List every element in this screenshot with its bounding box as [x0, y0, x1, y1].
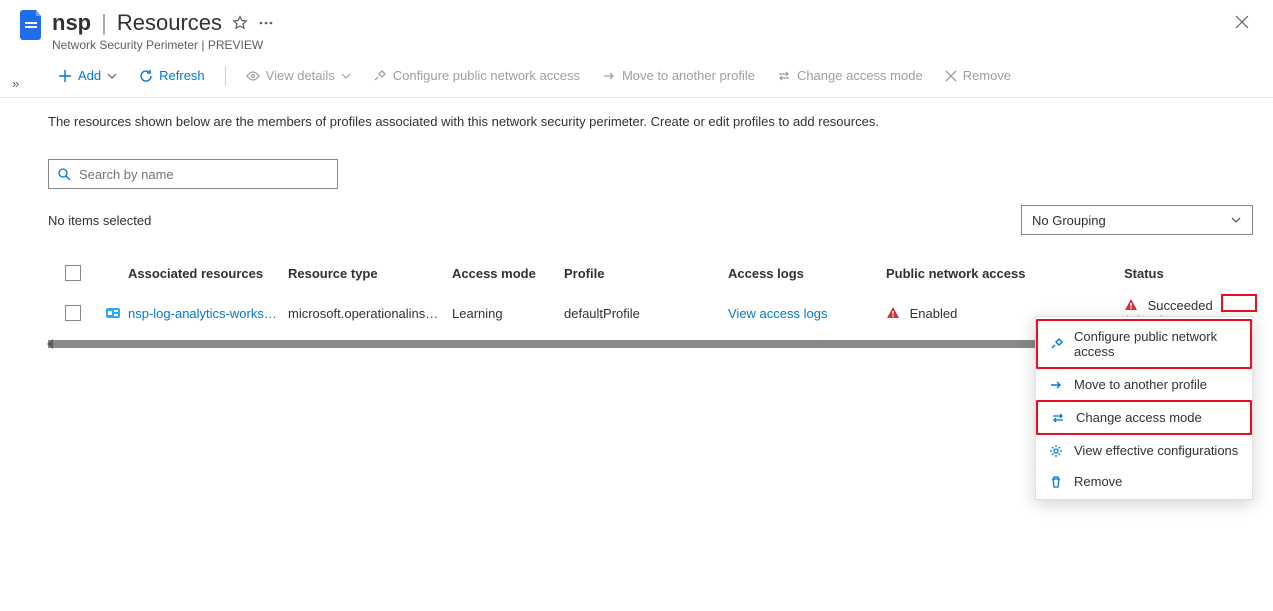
- chevron-down-icon: [107, 71, 117, 81]
- description-text: The resources shown below are the member…: [0, 98, 1273, 133]
- search-box[interactable]: [48, 159, 338, 189]
- cell-profile: defaultProfile: [564, 306, 728, 321]
- cell-type: microsoft.operationalins…: [288, 306, 452, 321]
- refresh-label: Refresh: [159, 68, 205, 83]
- plug-icon: [373, 69, 387, 83]
- close-button[interactable]: [1231, 10, 1253, 36]
- pin-star-icon[interactable]: [232, 15, 248, 31]
- grouping-value: No Grouping: [1032, 213, 1106, 228]
- row-checkbox[interactable]: [65, 305, 81, 321]
- select-all-checkbox[interactable]: [65, 265, 81, 281]
- cm-configure-label: Configure public network access: [1074, 329, 1238, 359]
- page-header: nsp | Resources Network Security Perimet…: [0, 0, 1273, 58]
- col-pna[interactable]: Public network access: [886, 266, 1124, 281]
- configure-pna-label: Configure public network access: [393, 68, 580, 83]
- remove-label: Remove: [963, 68, 1011, 83]
- cm-move-label: Move to another profile: [1074, 377, 1207, 392]
- command-bar: Add Refresh View details Configure publi…: [0, 58, 1273, 98]
- arrow-right-icon: [1048, 378, 1064, 392]
- search-icon: [57, 167, 71, 181]
- swap-icon: [777, 69, 791, 83]
- add-icon: [58, 69, 72, 83]
- selection-count: No items selected: [48, 213, 151, 228]
- log-analytics-icon: [105, 305, 121, 321]
- view-logs-link[interactable]: View access logs: [728, 306, 827, 321]
- table-header: Associated resources Resource type Acces…: [48, 257, 1253, 289]
- view-details-button[interactable]: View details: [236, 64, 361, 87]
- cell-status: Succeeded: [1148, 298, 1213, 313]
- row-context-menu: Configure public network access Move to …: [1035, 316, 1253, 500]
- chevron-down-icon: [341, 71, 351, 81]
- refresh-button[interactable]: Refresh: [129, 64, 215, 87]
- title-separator: |: [101, 10, 107, 36]
- change-access-label: Change access mode: [797, 68, 923, 83]
- add-button[interactable]: Add: [48, 64, 127, 87]
- col-logs[interactable]: Access logs: [728, 266, 886, 281]
- cell-mode: Learning: [452, 306, 564, 321]
- toolbar-separator: [225, 66, 226, 86]
- document-icon: [20, 10, 44, 40]
- remove-x-icon: [945, 70, 957, 82]
- move-profile-label: Move to another profile: [622, 68, 755, 83]
- resource-name: nsp: [52, 10, 91, 36]
- move-profile-button[interactable]: Move to another profile: [592, 64, 765, 87]
- cell-pna: Enabled: [910, 306, 958, 321]
- chevron-down-icon: [1230, 214, 1242, 226]
- col-mode[interactable]: Access mode: [452, 266, 564, 281]
- page-title: Resources: [117, 10, 222, 36]
- resource-name-link[interactable]: nsp-log-analytics-works…: [128, 306, 277, 321]
- grouping-dropdown[interactable]: No Grouping: [1021, 205, 1253, 235]
- col-type[interactable]: Resource type: [288, 266, 452, 281]
- arrow-right-icon: [602, 69, 616, 83]
- cm-remove[interactable]: Remove: [1036, 466, 1252, 497]
- page-subtitle: Network Security Perimeter | PREVIEW: [52, 38, 1231, 52]
- warning-icon: [886, 306, 900, 320]
- cm-remove-label: Remove: [1074, 474, 1122, 489]
- trash-icon: [1048, 475, 1064, 489]
- cm-view-effective[interactable]: View effective configurations: [1036, 435, 1252, 466]
- view-details-icon: [246, 69, 260, 83]
- more-icon[interactable]: [258, 15, 274, 31]
- cm-change-label: Change access mode: [1076, 410, 1202, 425]
- cm-change-access[interactable]: Change access mode: [1036, 400, 1252, 435]
- gear-icon: [1048, 444, 1064, 458]
- cm-view-effective-label: View effective configurations: [1074, 443, 1238, 458]
- cm-configure-pna[interactable]: Configure public network access: [1036, 319, 1252, 369]
- collapse-handle[interactable]: »: [12, 76, 19, 91]
- add-label: Add: [78, 68, 101, 83]
- col-status[interactable]: Status: [1124, 266, 1253, 281]
- plug-icon: [1050, 337, 1064, 351]
- col-profile[interactable]: Profile: [564, 266, 728, 281]
- cm-move-profile[interactable]: Move to another profile: [1036, 369, 1252, 400]
- swap-icon: [1050, 411, 1066, 425]
- view-details-label: View details: [266, 68, 335, 83]
- refresh-icon: [139, 69, 153, 83]
- warning-icon: [1124, 298, 1138, 312]
- callout-highlight: [1221, 294, 1257, 312]
- change-access-button[interactable]: Change access mode: [767, 64, 933, 87]
- col-name[interactable]: Associated resources: [128, 266, 288, 281]
- search-input[interactable]: [79, 167, 329, 182]
- configure-pna-button[interactable]: Configure public network access: [363, 64, 590, 87]
- remove-button[interactable]: Remove: [935, 64, 1021, 87]
